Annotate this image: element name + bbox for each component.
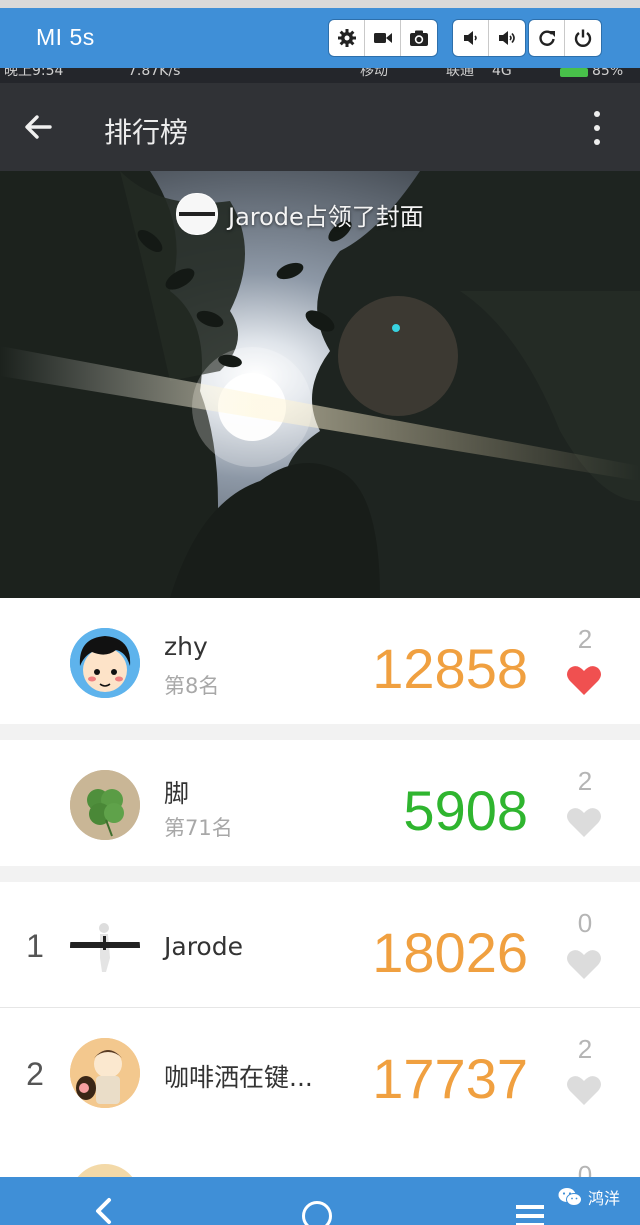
like-count: 2 [577,624,593,654]
gear-icon [337,29,356,47]
user-name: zhy [164,632,208,661]
like-count: 0 [577,908,593,938]
user-name: 咖啡洒在键... [164,1063,313,1092]
cover-photo-trees-sun [0,171,640,598]
camera-icon [410,30,428,46]
my-rank-row[interactable]: zhy 第8名 12858 2 [0,598,640,724]
status-battery-level: 85% [592,68,624,79]
page-title: 排行榜 [104,116,189,149]
score: 18026 [372,921,528,984]
user-name: 脚 [164,779,190,808]
cartoon-boy-avatar-icon [70,628,140,698]
ranking-row[interactable]: 2 咖啡洒在键... 17737 2 [0,1008,640,1136]
heart-filled-icon [567,666,601,695]
avatar [70,912,140,982]
like-button[interactable] [566,664,602,696]
nav-back-button[interactable] [92,1197,114,1225]
heart-outline-icon [567,1076,601,1105]
score: 12858 [372,637,528,700]
avatar [70,770,140,840]
like-button[interactable] [566,948,602,980]
ranking-row[interactable]: 1 Jarode 18026 0 [0,882,640,1008]
cover-caption-text: Jarode占领了封面 [228,202,424,231]
battery-icon [560,68,588,77]
video-camera-icon [373,33,392,43]
user-rank-position: 第71名 [164,816,233,840]
volume-down-button[interactable] [453,20,489,56]
record-video-button[interactable] [365,20,401,56]
volume-group [452,19,526,57]
user-rank-position: 第8名 [164,674,220,698]
volume-up-icon [499,31,515,45]
cover-caption: Jarode占领了封面 [176,193,424,235]
window-top-strip [0,0,640,8]
rotate-icon [538,30,555,46]
device-control-group [528,19,602,57]
emulator-nav-bar: 鸿洋 [0,1177,640,1225]
watermark: 鸿洋 [558,1185,620,1209]
rank-number: 1 [26,928,44,964]
cover-owner-avatar [176,193,218,235]
rank-number: 2 [26,1056,44,1092]
clover-avatar-icon [70,770,140,840]
emulator-tools-group [328,19,438,57]
like-button[interactable] [566,806,602,838]
score: 5908 [403,779,528,842]
phone-status-bar: 晚上9:54 7.87K/s 移动 联通 4G 85% [0,68,640,83]
status-time: 晚上9:54 [4,68,64,79]
wechat-icon [558,1188,582,1206]
more-options-button[interactable] [588,109,606,147]
back-button[interactable] [22,111,54,147]
status-network-speed: 7.87K/s [128,68,181,79]
volume-up-button[interactable] [489,20,525,56]
silhouette-avatar-icon [70,912,140,982]
emulator-toolbar: MI 5s [0,8,640,68]
device-name: MI 5s [36,24,95,50]
hamburger-icon [516,1205,544,1225]
chevron-left-icon [96,1198,111,1224]
volume-down-icon [463,31,477,45]
emulator-frame: MI 5s 晚上9:54 7.87K/s 移动 联通 4G 85% 排行榜 Ja… [0,0,640,1225]
my-rank-row[interactable]: 脚 第71名 5908 2 [0,740,640,866]
score: 17737 [372,1047,528,1110]
avatar [70,1038,140,1108]
status-carrier-2: 联通 [446,68,474,79]
like-button[interactable] [566,1074,602,1106]
heart-outline-icon [567,950,601,979]
heart-outline-icon [567,808,601,837]
cover-image[interactable]: Jarode占领了封面 [0,171,640,598]
watermark-text: 鸿洋 [588,1189,621,1208]
like-count: 2 [577,1034,593,1064]
nav-home-button[interactable] [302,1201,332,1225]
status-carrier-1: 移动 [360,68,388,79]
app-bar: 排行榜 [0,83,640,171]
nav-menu-button[interactable] [516,1205,544,1225]
like-count: 2 [577,766,593,796]
user-name: Jarode [164,932,243,961]
status-network-type: 4G [492,68,512,79]
screenshot-button[interactable] [401,20,437,56]
cartoon-avatar-icon [70,1038,140,1108]
settings-button[interactable] [329,20,365,56]
rotate-button[interactable] [529,20,565,56]
avatar [70,628,140,698]
power-icon [574,29,592,47]
power-button[interactable] [565,20,601,56]
arrow-left-icon [25,115,52,139]
